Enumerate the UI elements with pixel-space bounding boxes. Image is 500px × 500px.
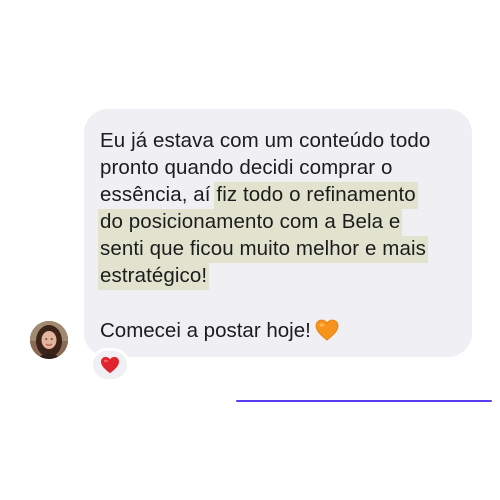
message-second-text: Comecei a postar hoje! — [100, 319, 311, 342]
message-second-paragraph: Comecei a postar hoje! — [100, 317, 456, 344]
message-line-2: pronto quando decidi comprar o — [100, 156, 393, 179]
message-line-3-plain: essência, aí — [100, 183, 217, 206]
chat-screen: Eu já estava com um conteúdo todo pronto… — [0, 0, 500, 500]
message-line-5: senti que ficou muito melhor e mais — [98, 235, 456, 263]
highlighted-text-2: do posicionamento com a Bela e — [98, 209, 403, 236]
message-line-1: Eu já estava com um conteúdo todo — [100, 129, 431, 152]
highlighted-text-3: senti que ficou muito melhor e mais — [98, 236, 428, 263]
highlighted-text-1: fiz todo o refinamento — [214, 182, 418, 209]
orange-heart-icon — [315, 319, 339, 341]
message-bubble[interactable]: Eu já estava com um conteúdo todo pronto… — [84, 109, 472, 357]
highlighted-text-4: estratégico! — [98, 263, 210, 290]
red-heart-icon — [101, 356, 119, 374]
message-line-3: essência, aí fiz todo o refinamento — [100, 181, 456, 209]
message-line-6: estratégico! — [98, 262, 456, 290]
reaction-badge[interactable] — [90, 348, 130, 382]
composer-divider — [236, 400, 492, 402]
message-text: Eu já estava com um conteúdo todo pronto… — [98, 127, 456, 290]
message-line-4: do posicionamento com a Bela e — [98, 208, 456, 236]
avatar-photo — [30, 321, 68, 359]
sender-avatar[interactable] — [30, 321, 68, 359]
